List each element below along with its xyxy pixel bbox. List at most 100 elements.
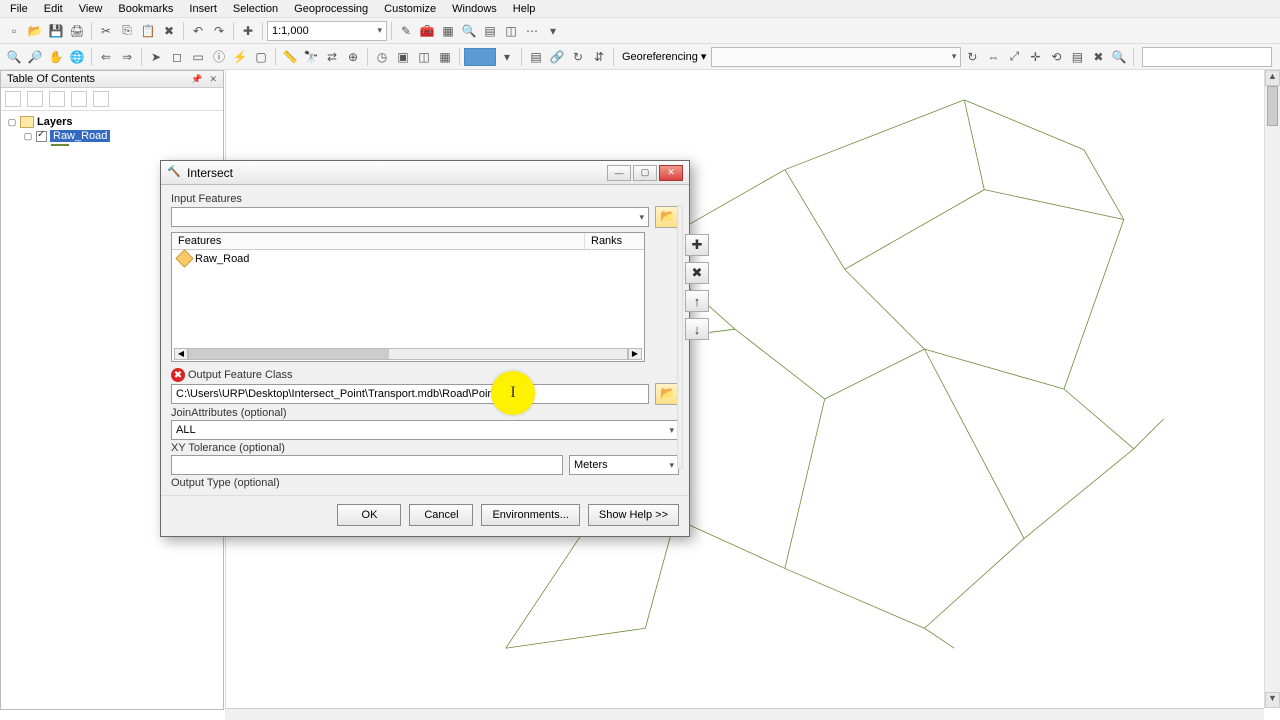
print-icon[interactable]: 🖨 — [67, 21, 87, 41]
menu-file[interactable]: File — [2, 1, 36, 17]
options-icon[interactable] — [93, 91, 109, 107]
list-by-source-icon[interactable] — [27, 91, 43, 107]
remove-feature-button[interactable]: ✖ — [685, 262, 709, 284]
browse-input-button[interactable] — [655, 206, 679, 228]
dialog-title-bar[interactable]: Intersect — ▢ ✕ — [161, 161, 689, 185]
georef-layer-combo[interactable] — [711, 47, 961, 67]
forward-icon[interactable]: ⇒ — [117, 47, 137, 67]
delete-icon[interactable]: ✖ — [159, 21, 179, 41]
output-path-input[interactable] — [171, 384, 649, 404]
dialog-vscroll[interactable] — [677, 205, 683, 469]
feature-row[interactable]: Raw_Road — [172, 250, 644, 267]
xy-tolerance-unit-combo[interactable]: Meters — [569, 455, 679, 475]
input-features-combo[interactable] — [171, 207, 649, 227]
redo-icon[interactable]: ↷ — [209, 21, 229, 41]
python-icon[interactable]: ▤ — [480, 21, 500, 41]
collapse-icon[interactable]: ▢ — [23, 131, 33, 142]
flip-icon[interactable]: ⇵ — [589, 47, 609, 67]
find-route-icon[interactable]: ⇄ — [322, 47, 342, 67]
close-button[interactable]: ✕ — [659, 165, 683, 181]
html-popup-icon[interactable]: ▢ — [251, 47, 271, 67]
ok-button[interactable]: OK — [337, 504, 401, 526]
georef-add-cp-icon[interactable]: ✛ — [1025, 47, 1045, 67]
list-by-visibility-icon[interactable] — [49, 91, 65, 107]
list-by-drawing-order-icon[interactable] — [5, 91, 21, 107]
paste-icon[interactable]: 📋 — [138, 21, 158, 41]
back-icon[interactable]: ⇐ — [96, 47, 116, 67]
zoom-out-icon[interactable]: 🔎 — [25, 47, 45, 67]
layers-root[interactable]: ▢ Layers — [7, 115, 217, 129]
toolbox-icon[interactable]: ▦ — [435, 47, 455, 67]
collapse-icon[interactable]: ▢ — [7, 117, 17, 128]
toolbox-icon[interactable]: 🧰 — [417, 21, 437, 41]
georef-link-table-icon[interactable]: ▤ — [1067, 47, 1087, 67]
pan-icon[interactable]: ✋ — [46, 47, 66, 67]
add-feature-button[interactable]: ✚ — [685, 234, 709, 256]
show-help-button[interactable]: Show Help >> — [588, 504, 679, 526]
cut-icon[interactable]: ✂ — [96, 21, 116, 41]
menu-bookmarks[interactable]: Bookmarks — [110, 1, 181, 17]
features-list[interactable]: Features Ranks Raw_Road ◀ ▶ — [171, 232, 645, 362]
dropdown-icon[interactable]: ▾ — [543, 21, 563, 41]
catalog-icon[interactable]: ▦ — [438, 21, 458, 41]
full-extent-icon[interactable]: 🌐 — [67, 47, 87, 67]
save-icon[interactable]: 💾 — [46, 21, 66, 41]
menu-view[interactable]: View — [71, 1, 111, 17]
cancel-button[interactable]: Cancel — [409, 504, 473, 526]
features-hscroll[interactable]: ◀ ▶ — [174, 347, 642, 361]
viewer-icon[interactable]: ◫ — [414, 47, 434, 67]
identify-icon[interactable]: ⓘ — [209, 47, 229, 67]
browse-output-button[interactable] — [655, 383, 679, 405]
select-elements-icon[interactable]: ▭ — [188, 47, 208, 67]
georef-auto-icon[interactable]: ⟲ — [1046, 47, 1066, 67]
clear-selection-icon[interactable]: ◻ — [167, 47, 187, 67]
zoom-in-icon[interactable]: 🔍 — [4, 47, 24, 67]
menu-insert[interactable]: Insert — [181, 1, 225, 17]
measure-icon[interactable]: 📏 — [280, 47, 300, 67]
list-by-selection-icon[interactable] — [71, 91, 87, 107]
georef-label[interactable]: Georeferencing ▾ — [618, 50, 710, 63]
scroll-up-icon[interactable]: ▲ — [1265, 70, 1280, 86]
scroll-left-icon[interactable]: ◀ — [174, 348, 188, 360]
quick-search-input[interactable] — [1142, 47, 1272, 67]
close-icon[interactable]: ✕ — [209, 74, 217, 84]
layer-name[interactable]: Raw_Road — [50, 130, 110, 142]
join-attributes-combo[interactable]: ALL — [171, 420, 679, 440]
georef-shift-icon[interactable]: ⇔ — [983, 47, 1003, 67]
menu-windows[interactable]: Windows — [444, 1, 505, 17]
dropdown-icon[interactable]: ▾ — [497, 47, 517, 67]
menu-edit[interactable]: Edit — [36, 1, 71, 17]
move-down-button[interactable]: ↓ — [685, 318, 709, 340]
open-icon[interactable]: 📂 — [25, 21, 45, 41]
table-icon[interactable]: ▤ — [526, 47, 546, 67]
minimize-button[interactable]: — — [607, 165, 631, 181]
rotate-icon[interactable]: ↻ — [568, 47, 588, 67]
draw-rectangle-icon[interactable] — [464, 48, 496, 66]
copy-icon[interactable]: ⎘ — [117, 21, 137, 41]
menu-selection[interactable]: Selection — [225, 1, 286, 17]
xy-tolerance-input[interactable] — [171, 455, 563, 475]
find-icon[interactable]: 🔭 — [301, 47, 321, 67]
menu-help[interactable]: Help — [505, 1, 544, 17]
menu-customize[interactable]: Customize — [376, 1, 444, 17]
model-builder-icon[interactable]: ◫ — [501, 21, 521, 41]
menu-geoprocessing[interactable]: Geoprocessing — [286, 1, 376, 17]
more-icon[interactable]: ⋯ — [522, 21, 542, 41]
scale-combo[interactable]: 1:1,000 — [267, 21, 387, 41]
new-icon[interactable]: ▫ — [4, 21, 24, 41]
pin-icon[interactable]: 📌 — [191, 74, 202, 84]
georef-delete-icon[interactable]: ✖ — [1088, 47, 1108, 67]
georef-rotate-icon[interactable]: ↻ — [962, 47, 982, 67]
move-up-button[interactable]: ↑ — [685, 290, 709, 312]
layer-checkbox[interactable] — [36, 131, 47, 142]
undo-icon[interactable]: ↶ — [188, 21, 208, 41]
view-link-icon[interactable]: 🔗 — [547, 47, 567, 67]
scroll-down-icon[interactable]: ▼ — [1265, 692, 1280, 708]
map-vertical-scrollbar[interactable]: ▲ ▼ — [1264, 70, 1280, 708]
go-to-xy-icon[interactable]: ⊕ — [343, 47, 363, 67]
maximize-button[interactable]: ▢ — [633, 165, 657, 181]
layer-item[interactable]: ▢ Raw_Road — [7, 129, 217, 143]
time-slider-icon[interactable]: ◷ — [372, 47, 392, 67]
georef-viewer-icon[interactable]: 🔍 — [1109, 47, 1129, 67]
hyperlink-icon[interactable]: ⚡ — [230, 47, 250, 67]
